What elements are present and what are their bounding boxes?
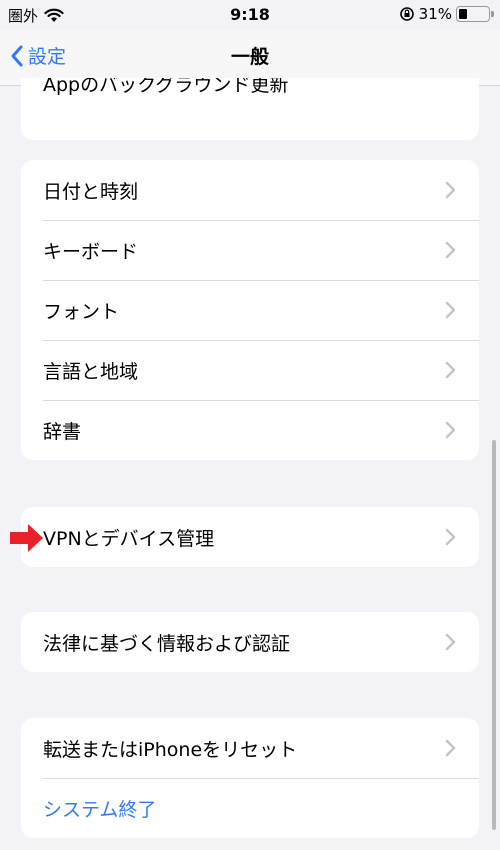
chevron-right-icon [445,361,456,379]
settings-row-fonts[interactable]: フォント [21,280,479,340]
chevron-right-icon [445,181,456,199]
settings-row-legal-regulatory[interactable]: 法律に基づく情報および認証 [21,612,479,672]
chevron-right-icon [445,528,456,546]
settings-group-top-clipped: Appのバックグラウンド更新 [21,78,479,140]
settings-row-keyboard[interactable]: キーボード [21,220,479,280]
settings-row-language-region[interactable]: 言語と地域 [21,340,479,400]
row-label: 転送またはiPhoneをリセット [43,738,298,761]
battery-icon [456,6,494,22]
row-label: フォント [43,300,120,323]
settings-row-dictionary[interactable]: 辞書 [21,400,479,460]
status-right: 31% [399,5,494,23]
red-arrow-icon [10,524,43,552]
status-bar: 圏外 9:18 31% [0,0,500,30]
row-label: システム終了 [43,798,157,821]
chevron-right-icon [445,241,456,259]
settings-row-date-time[interactable]: 日付と時刻 [21,160,479,220]
settings-group-reset: 転送またはiPhoneをリセット システム終了 [21,718,479,838]
page-title: 一般 [230,46,269,68]
row-label: 辞書 [43,420,82,443]
chevron-right-icon [445,739,456,757]
chevron-right-icon [445,301,456,319]
row-label: VPNとデバイス管理 [43,527,215,550]
settings-row-vpn-device-management[interactable]: VPNとデバイス管理 [21,507,479,567]
row-label: 法律に基づく情報および認証 [43,632,291,655]
scroll-indicator[interactable] [492,440,496,830]
row-label: 日付と時刻 [43,180,139,203]
row-label: キーボード [43,240,139,263]
chevron-right-icon [445,633,456,651]
battery-percent: 31% [418,5,452,23]
settings-group-vpn: VPNとデバイス管理 [21,507,479,567]
battery-fill [459,9,467,19]
settings-row-shut-down[interactable]: システム終了 [21,778,479,838]
settings-row-transfer-reset[interactable]: 転送またはiPhoneをリセット [21,718,479,778]
settings-row-background-refresh[interactable]: Appのバックグラウンド更新 [21,78,479,140]
row-label: Appのバックグラウンド更新 [43,78,289,96]
settings-group-legal: 法律に基づく情報および認証 [21,612,479,672]
settings-group-general-1: 日付と時刻 キーボード フォント 言語と地域 辞書 [21,160,479,460]
row-label: 言語と地域 [43,360,139,383]
orientation-lock-icon [399,7,414,21]
chevron-right-icon [445,421,456,439]
